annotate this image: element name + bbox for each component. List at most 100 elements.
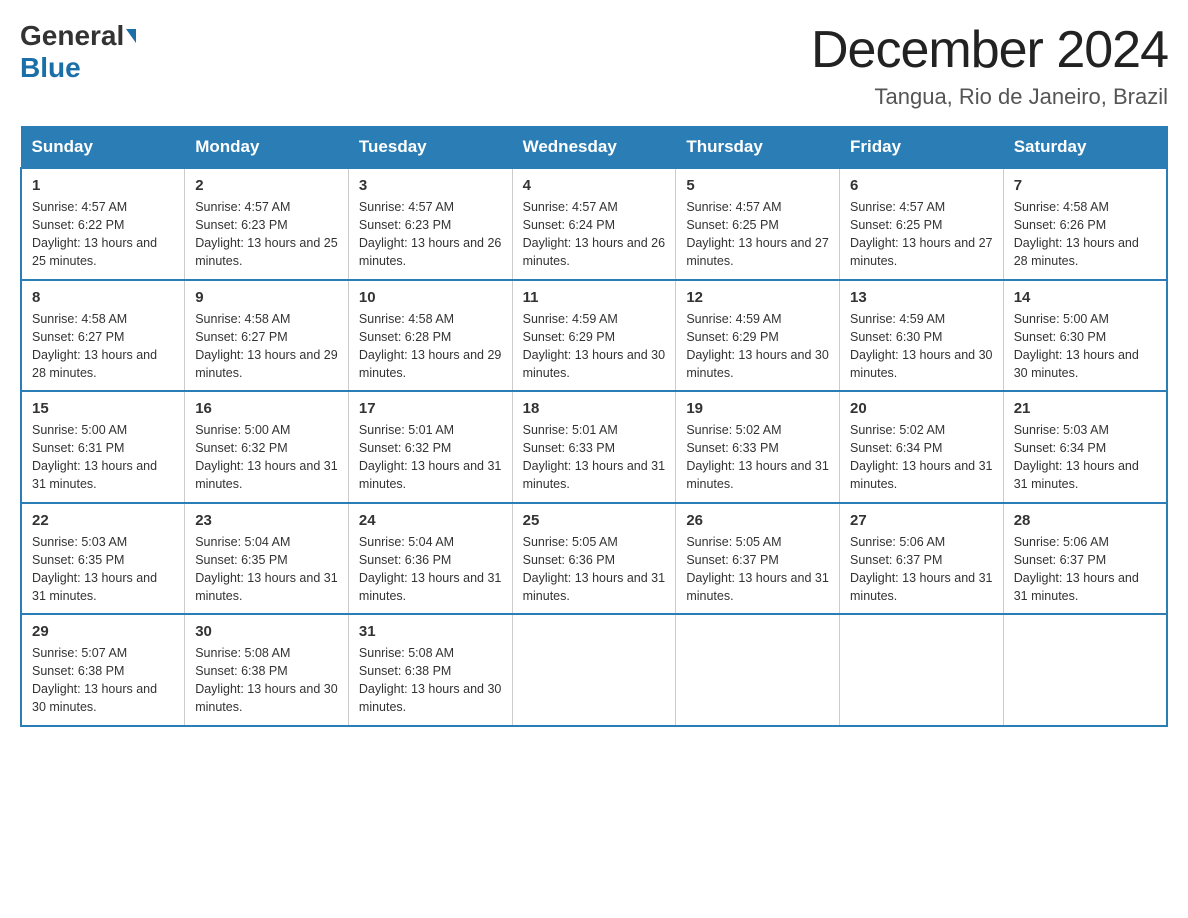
calendar-cell: 9 Sunrise: 4:58 AMSunset: 6:27 PMDaylight… (185, 280, 349, 392)
day-number: 15 (32, 400, 174, 417)
day-number: 17 (359, 400, 502, 417)
day-number: 2 (195, 177, 338, 194)
day-info: Sunrise: 4:58 AMSunset: 6:27 PMDaylight:… (195, 312, 337, 380)
day-info: Sunrise: 4:58 AMSunset: 6:28 PMDaylight:… (359, 312, 501, 380)
calendar-table: SundayMondayTuesdayWednesdayThursdayFrid… (20, 126, 1168, 727)
calendar-cell: 13 Sunrise: 4:59 AMSunset: 6:30 PMDayligh… (840, 280, 1004, 392)
location-title: Tangua, Rio de Janeiro, Brazil (811, 84, 1168, 110)
calendar-cell: 6Sunrise: 4:57 AMSunset: 6:25 PMDaylight… (840, 168, 1004, 280)
calendar-cell: 23Sunrise: 5:04 AMSunset: 6:35 PMDayligh… (185, 503, 349, 615)
calendar-cell (1003, 614, 1167, 726)
day-number: 22 (32, 512, 174, 529)
day-number: 27 (850, 512, 993, 529)
day-info: Sunrise: 5:08 AMSunset: 6:38 PMDaylight:… (359, 646, 501, 714)
day-info: Sunrise: 4:59 AMSunset: 6:29 PMDaylight:… (523, 312, 665, 380)
calendar-cell: 14Sunrise: 5:00 AMSunset: 6:30 PMDayligh… (1003, 280, 1167, 392)
calendar-cell: 10 Sunrise: 4:58 AMSunset: 6:28 PMDayligh… (348, 280, 512, 392)
day-of-week-header: Monday (185, 127, 349, 169)
day-number: 31 (359, 623, 502, 640)
day-number: 3 (359, 177, 502, 194)
day-info: Sunrise: 4:59 AMSunset: 6:30 PMDaylight:… (850, 312, 992, 380)
day-number: 10 (359, 289, 502, 306)
calendar-cell: 7 Sunrise: 4:58 AMSunset: 6:26 PMDaylight… (1003, 168, 1167, 280)
month-title: December 2024 (811, 20, 1168, 80)
day-info: Sunrise: 5:07 AMSunset: 6:38 PMDaylight:… (32, 646, 157, 714)
day-number: 13 (850, 289, 993, 306)
day-number: 6 (850, 177, 993, 194)
calendar-cell: 29 Sunrise: 5:07 AMSunset: 6:38 PMDayligh… (21, 614, 185, 726)
day-info: Sunrise: 5:03 AMSunset: 6:34 PMDaylight:… (1014, 423, 1139, 491)
calendar-cell: 26 Sunrise: 5:05 AMSunset: 6:37 PMDayligh… (676, 503, 840, 615)
day-of-week-header: Tuesday (348, 127, 512, 169)
calendar-week-row: 8 Sunrise: 4:58 AMSunset: 6:27 PMDaylight… (21, 280, 1167, 392)
day-number: 26 (686, 512, 829, 529)
day-number: 25 (523, 512, 666, 529)
day-info: Sunrise: 5:01 AMSunset: 6:32 PMDaylight:… (359, 423, 501, 491)
day-number: 24 (359, 512, 502, 529)
day-info: Sunrise: 4:57 AMSunset: 6:23 PMDaylight:… (359, 200, 501, 268)
calendar-cell: 19 Sunrise: 5:02 AMSunset: 6:33 PMDayligh… (676, 391, 840, 503)
day-info: Sunrise: 4:58 AMSunset: 6:27 PMDaylight:… (32, 312, 157, 380)
day-number: 19 (686, 400, 829, 417)
logo-general-text: General (20, 20, 124, 52)
day-info: Sunrise: 5:04 AMSunset: 6:36 PMDaylight:… (359, 535, 501, 603)
calendar-cell: 8 Sunrise: 4:58 AMSunset: 6:27 PMDaylight… (21, 280, 185, 392)
calendar-cell: 22 Sunrise: 5:03 AMSunset: 6:35 PMDayligh… (21, 503, 185, 615)
day-number: 12 (686, 289, 829, 306)
day-number: 14 (1014, 289, 1156, 306)
calendar-cell: 20Sunrise: 5:02 AMSunset: 6:34 PMDayligh… (840, 391, 1004, 503)
calendar-cell: 27Sunrise: 5:06 AMSunset: 6:37 PMDayligh… (840, 503, 1004, 615)
day-info: Sunrise: 5:00 AMSunset: 6:31 PMDaylight:… (32, 423, 157, 491)
calendar-week-row: 1Sunrise: 4:57 AMSunset: 6:22 PMDaylight… (21, 168, 1167, 280)
calendar-cell (676, 614, 840, 726)
day-info: Sunrise: 5:02 AMSunset: 6:34 PMDaylight:… (850, 423, 992, 491)
day-number: 7 (1014, 177, 1156, 194)
day-info: Sunrise: 4:57 AMSunset: 6:23 PMDaylight:… (195, 200, 337, 268)
day-info: Sunrise: 5:08 AMSunset: 6:38 PMDaylight:… (195, 646, 337, 714)
calendar-cell: 28 Sunrise: 5:06 AMSunset: 6:37 PMDayligh… (1003, 503, 1167, 615)
day-number: 18 (523, 400, 666, 417)
day-info: Sunrise: 4:59 AMSunset: 6:29 PMDaylight:… (686, 312, 828, 380)
day-number: 5 (686, 177, 829, 194)
day-info: Sunrise: 5:04 AMSunset: 6:35 PMDaylight:… (195, 535, 337, 603)
calendar-cell: 11 Sunrise: 4:59 AMSunset: 6:29 PMDayligh… (512, 280, 676, 392)
page-header: General Blue December 2024 Tangua, Rio d… (20, 20, 1168, 110)
day-info: Sunrise: 5:00 AMSunset: 6:32 PMDaylight:… (195, 423, 337, 491)
day-info: Sunrise: 5:03 AMSunset: 6:35 PMDaylight:… (32, 535, 157, 603)
calendar-cell: 17 Sunrise: 5:01 AMSunset: 6:32 PMDayligh… (348, 391, 512, 503)
calendar-cell: 18Sunrise: 5:01 AMSunset: 6:33 PMDayligh… (512, 391, 676, 503)
day-number: 28 (1014, 512, 1156, 529)
day-number: 11 (523, 289, 666, 306)
day-number: 21 (1014, 400, 1156, 417)
day-of-week-header: Thursday (676, 127, 840, 169)
day-number: 4 (523, 177, 666, 194)
logo-triangle-icon (126, 29, 136, 43)
day-info: Sunrise: 5:05 AMSunset: 6:37 PMDaylight:… (686, 535, 828, 603)
logo-blue-text: Blue (20, 52, 81, 84)
day-of-week-header: Sunday (21, 127, 185, 169)
day-number: 8 (32, 289, 174, 306)
day-info: Sunrise: 4:57 AMSunset: 6:22 PMDaylight:… (32, 200, 157, 268)
day-info: Sunrise: 5:06 AMSunset: 6:37 PMDaylight:… (1014, 535, 1139, 603)
calendar-cell: 12 Sunrise: 4:59 AMSunset: 6:29 PMDayligh… (676, 280, 840, 392)
calendar-cell: 16Sunrise: 5:00 AMSunset: 6:32 PMDayligh… (185, 391, 349, 503)
day-info: Sunrise: 4:58 AMSunset: 6:26 PMDaylight:… (1014, 200, 1139, 268)
calendar-cell: 31 Sunrise: 5:08 AMSunset: 6:38 PMDayligh… (348, 614, 512, 726)
calendar-cell: 1Sunrise: 4:57 AMSunset: 6:22 PMDaylight… (21, 168, 185, 280)
calendar-week-row: 29 Sunrise: 5:07 AMSunset: 6:38 PMDayligh… (21, 614, 1167, 726)
day-info: Sunrise: 5:05 AMSunset: 6:36 PMDaylight:… (523, 535, 665, 603)
day-of-week-header: Wednesday (512, 127, 676, 169)
calendar-cell: 4 Sunrise: 4:57 AMSunset: 6:24 PMDaylight… (512, 168, 676, 280)
calendar-cell: 30Sunrise: 5:08 AMSunset: 6:38 PMDayligh… (185, 614, 349, 726)
calendar-cell: 25 Sunrise: 5:05 AMSunset: 6:36 PMDayligh… (512, 503, 676, 615)
day-info: Sunrise: 5:02 AMSunset: 6:33 PMDaylight:… (686, 423, 828, 491)
day-of-week-header: Saturday (1003, 127, 1167, 169)
day-info: Sunrise: 4:57 AMSunset: 6:24 PMDaylight:… (523, 200, 665, 268)
calendar-cell: 3 Sunrise: 4:57 AMSunset: 6:23 PMDaylight… (348, 168, 512, 280)
day-number: 29 (32, 623, 174, 640)
calendar-header-row: SundayMondayTuesdayWednesdayThursdayFrid… (21, 127, 1167, 169)
calendar-cell (512, 614, 676, 726)
day-number: 9 (195, 289, 338, 306)
calendar-week-row: 15 Sunrise: 5:00 AMSunset: 6:31 PMDayligh… (21, 391, 1167, 503)
calendar-cell (840, 614, 1004, 726)
